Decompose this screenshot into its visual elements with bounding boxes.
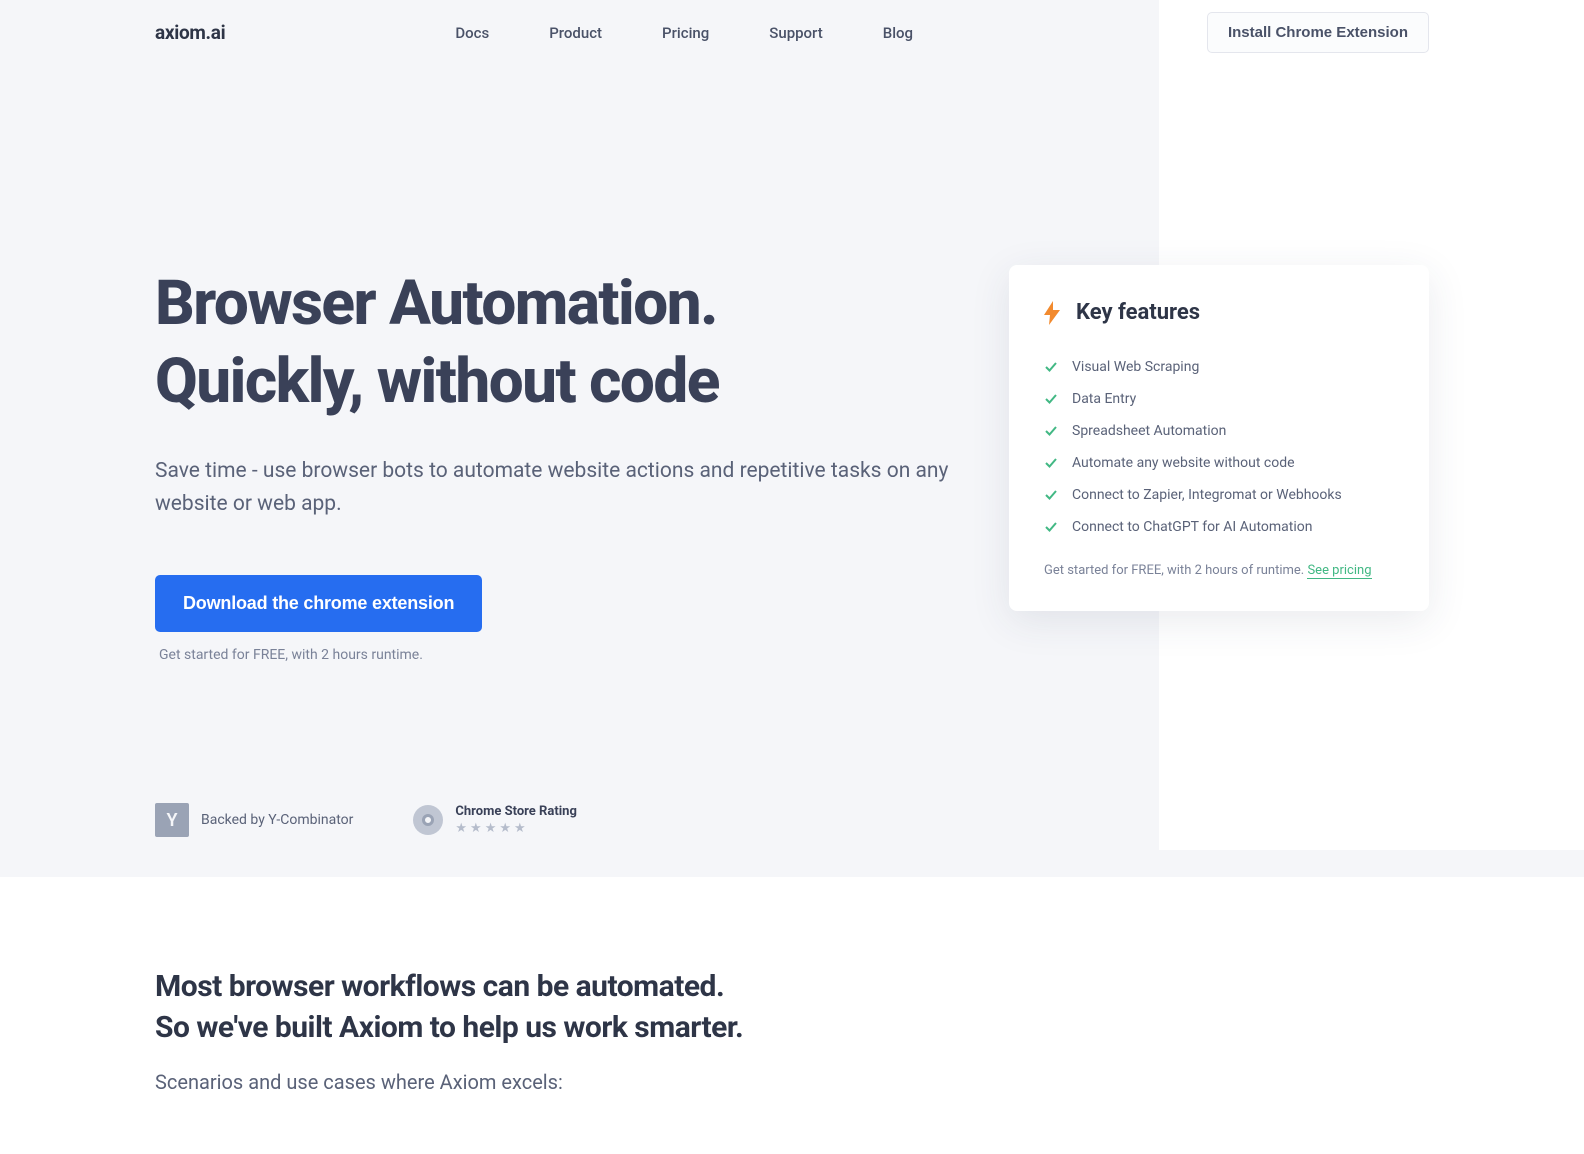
chrome-icon [413, 805, 443, 835]
hero-title-line1: Browser Automation. [155, 267, 717, 340]
chrome-rating-label: Chrome Store Rating [455, 804, 577, 819]
feature-item: Data Entry [1044, 383, 1394, 415]
check-icon [1044, 456, 1058, 470]
check-icon [1044, 424, 1058, 438]
features-footer-text: Get started for FREE, with 2 hours of ru… [1044, 563, 1307, 578]
workflows-title-line1: Most browser workflows can be automated. [155, 969, 724, 1004]
hero-title-line2: Quickly, without code [155, 345, 719, 418]
check-icon [1044, 392, 1058, 406]
feature-item: Connect to Zapier, Integromat or Webhook… [1044, 479, 1394, 511]
feature-item-label: Connect to Zapier, Integromat or Webhook… [1072, 487, 1342, 503]
main-header: axiom.ai Docs Product Pricing Support Bl… [0, 0, 1584, 65]
check-icon [1044, 520, 1058, 534]
chrome-rating-proof: Chrome Store Rating ★★★★★ [413, 804, 577, 836]
feature-item: Visual Web Scraping [1044, 351, 1394, 383]
features-header: Key features [1044, 300, 1394, 325]
workflows-title: Most browser workflows can be automated.… [155, 967, 1429, 1048]
hero-subtitle: Save time - use browser bots to automate… [155, 455, 1015, 520]
see-pricing-link[interactable]: See pricing [1307, 563, 1371, 579]
nav-blog[interactable]: Blog [883, 24, 913, 42]
main-nav: Docs Product Pricing Support Blog [455, 24, 913, 42]
yc-badge-icon: Y [155, 803, 189, 837]
feature-item: Automate any website without code [1044, 447, 1394, 479]
features-title: Key features [1076, 300, 1200, 325]
nav-product[interactable]: Product [549, 24, 602, 42]
download-note: Get started for FREE, with 2 hours runti… [159, 647, 1429, 663]
nav-docs[interactable]: Docs [455, 24, 489, 42]
social-proof-row: Y Backed by Y-Combinator Chrome Store Ra… [0, 803, 1584, 837]
feature-item-label: Spreadsheet Automation [1072, 423, 1226, 439]
workflows-section: Most browser workflows can be automated.… [0, 877, 1584, 1154]
download-chrome-extension-button[interactable]: Download the chrome extension [155, 575, 482, 632]
workflows-subtitle: Scenarios and use cases where Axiom exce… [155, 1070, 1429, 1094]
nav-pricing[interactable]: Pricing [662, 24, 709, 42]
workflows-title-line2: So we've built Axiom to help us work sma… [155, 1010, 743, 1045]
rating-stars: ★★★★★ [455, 821, 577, 836]
feature-item-label: Connect to ChatGPT for AI Automation [1072, 519, 1312, 535]
features-list: Visual Web Scraping Data Entry Spreadshe… [1044, 351, 1394, 543]
nav-support[interactable]: Support [769, 24, 822, 42]
chrome-rating: Chrome Store Rating ★★★★★ [455, 804, 577, 836]
feature-item-label: Visual Web Scraping [1072, 359, 1199, 375]
key-features-card: Key features Visual Web Scraping Data En… [1009, 265, 1429, 611]
yc-proof: Y Backed by Y-Combinator [155, 803, 353, 837]
feature-item: Spreadsheet Automation [1044, 415, 1394, 447]
check-icon [1044, 360, 1058, 374]
logo[interactable]: axiom.ai [155, 21, 225, 44]
yc-text: Backed by Y-Combinator [201, 812, 353, 828]
bolt-icon [1044, 301, 1060, 325]
features-footer: Get started for FREE, with 2 hours of ru… [1044, 561, 1394, 581]
check-icon [1044, 488, 1058, 502]
feature-item-label: Data Entry [1072, 391, 1136, 407]
feature-item: Connect to ChatGPT for AI Automation [1044, 511, 1394, 543]
feature-item-label: Automate any website without code [1072, 455, 1295, 471]
install-chrome-extension-button[interactable]: Install Chrome Extension [1207, 12, 1429, 53]
